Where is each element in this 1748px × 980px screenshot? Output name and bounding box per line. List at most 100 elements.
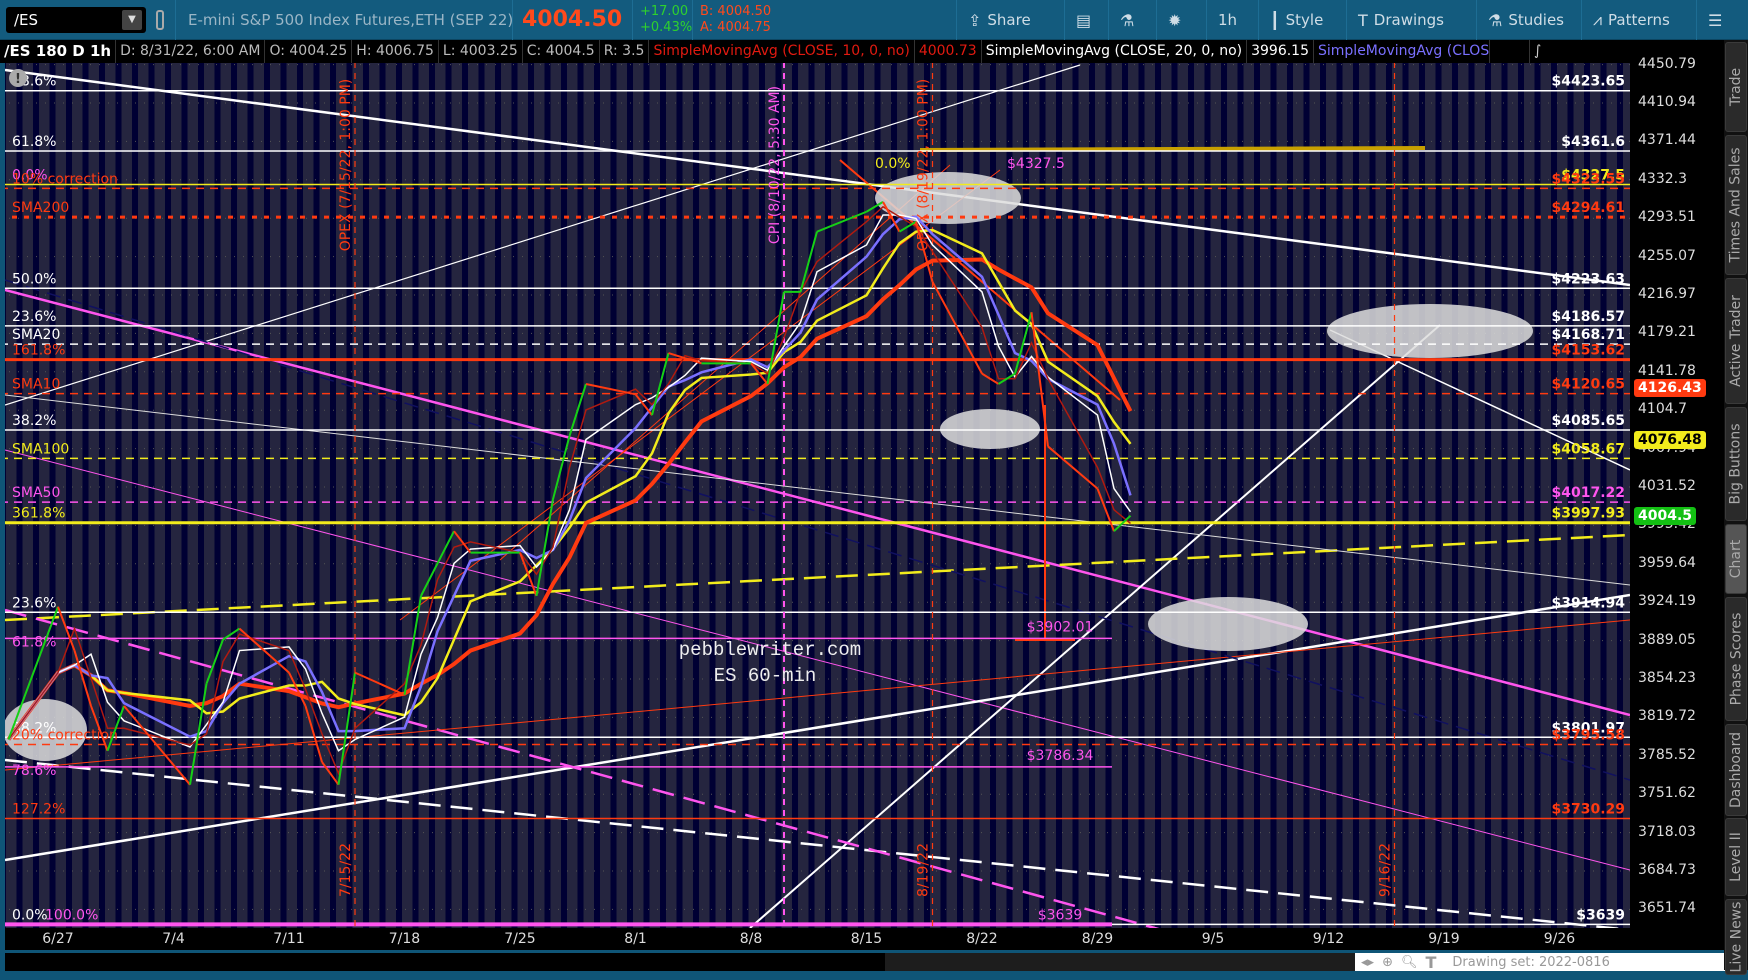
divider xyxy=(1346,0,1347,40)
side-tab-live-news[interactable]: Live News xyxy=(1725,899,1747,975)
side-tab-label: Dashboard xyxy=(1728,732,1744,808)
flask-icon: ⚗ xyxy=(1488,10,1503,30)
style-button[interactable]: ┃ Style xyxy=(1262,0,1331,40)
level-price-label: $3639 xyxy=(1576,907,1625,923)
chart-annotation: 0.0% xyxy=(875,156,911,172)
level-fib-label: SMA200 xyxy=(12,200,69,216)
crosshair-icon[interactable]: ⊕ xyxy=(1382,955,1393,970)
side-tab-dashboard[interactable]: Dashboard xyxy=(1725,724,1747,816)
drawings-button[interactable]: T Drawings xyxy=(1350,0,1452,40)
highlight-ellipse xyxy=(1148,597,1308,651)
drawing-set-label: Drawing set: 2022-0816 xyxy=(1452,954,1610,970)
level-price-label: $4168.71 xyxy=(1551,327,1625,343)
price-tick-label: 3854.23 xyxy=(1638,669,1696,686)
date-tick-label: 8/1 xyxy=(624,931,647,947)
side-tab-trade[interactable]: Trade xyxy=(1725,42,1747,132)
side-tab-times-and-sales[interactable]: Times And Sales xyxy=(1725,135,1747,275)
price-tick-label: 3684.73 xyxy=(1638,862,1696,878)
level-fib-label: 161.8% xyxy=(12,343,65,359)
sma10-value: 4000.73 xyxy=(915,40,982,63)
inner-level-fib-label: 78.6% xyxy=(12,763,56,779)
date-tick-label: 7/25 xyxy=(504,931,536,947)
studies-button[interactable]: ⚗ Studies xyxy=(1480,0,1572,40)
highlight-ellipse xyxy=(940,409,1040,449)
level-price-label: $3795.58 xyxy=(1551,727,1625,743)
side-tab-chart[interactable]: Chart xyxy=(1725,524,1747,594)
notes-button[interactable]: ▤ xyxy=(1068,0,1099,40)
watermark-site: pebblewriter.com xyxy=(679,639,861,661)
date-tick-label: 8/15 xyxy=(850,931,883,947)
menu-icon: ☰ xyxy=(1708,10,1723,30)
time-axis[interactable]: 6/27 7/4 7/11 7/18 7/25 8/1 8/8 8/15 8/22 8/29 9/5… xyxy=(5,928,1630,950)
divider xyxy=(632,0,633,40)
button-label: Share xyxy=(987,11,1031,29)
level-price-label: $4085.65 xyxy=(1551,413,1625,429)
chevron-down-icon[interactable]: ▼ xyxy=(122,10,142,30)
price-badge: 4126.43 xyxy=(1634,378,1706,397)
alert-icon-glyph: ! xyxy=(15,72,21,87)
date-tick-label: 7/4 xyxy=(162,931,185,947)
text-t-icon[interactable]: T xyxy=(1425,953,1436,972)
price-tick-label: 4141.78 xyxy=(1638,362,1696,379)
level-price-label: $4120.65 xyxy=(1551,377,1625,393)
share-button[interactable]: ⇪ Share xyxy=(960,0,1039,40)
side-tab-active-trader[interactable]: Active Trader xyxy=(1725,278,1747,404)
sma20-label[interactable]: SimpleMovingAvg (CLOSE, 20, 0, no) xyxy=(982,40,1248,63)
side-tab-phase-scores[interactable]: Phase Scores xyxy=(1725,597,1747,721)
bar-date: D: 8/31/22, 6:00 AM xyxy=(116,40,266,63)
button-label: Style xyxy=(1285,11,1324,29)
text-t-icon: T xyxy=(1358,10,1368,30)
pan-icon[interactable]: ◂▸ xyxy=(1361,955,1374,970)
study-icon[interactable]: ∫ xyxy=(1530,40,1545,63)
ask-value: A: 4004.75 xyxy=(700,20,771,35)
divider xyxy=(1156,0,1157,40)
price-tick-label: 3924.19 xyxy=(1638,593,1696,610)
date-tick-label: 9/19 xyxy=(1428,931,1460,947)
level-price-label: $4058.67 xyxy=(1551,441,1625,457)
link-icon[interactable] xyxy=(156,10,164,30)
bar-low: L: 4003.25 xyxy=(439,40,523,63)
side-tab-big-buttons[interactable]: Big Buttons xyxy=(1725,407,1747,521)
side-tab-level-ii[interactable]: Level II xyxy=(1725,818,1747,896)
price-tick-label: 4450.79 xyxy=(1638,55,1696,72)
price-tick-label: 4104.7 xyxy=(1638,401,1687,418)
flask-button[interactable]: ⚗ xyxy=(1112,0,1142,40)
event-date-label: 9/16/22 xyxy=(1378,843,1394,897)
gear-button[interactable]: ✹ xyxy=(1160,0,1189,40)
zoom-icon[interactable]: 🔍︎ xyxy=(1401,955,1418,970)
date-tick-label: 8/22 xyxy=(966,931,998,947)
symbol-selector[interactable]: /ES ▼ xyxy=(6,7,146,33)
bar-open: O: 4004.25 xyxy=(265,40,353,63)
bar-range: R: 3.5 xyxy=(600,40,650,63)
level-price-label: $4294.61 xyxy=(1551,200,1625,216)
level-price-label: $4186.57 xyxy=(1551,309,1625,325)
bar-close: C: 4004.5 xyxy=(523,40,600,63)
instrument-description: E-mini S&P 500 Index Futures,ETH (SEP 22… xyxy=(188,11,514,29)
inner-level-label: $3902.01 xyxy=(1027,619,1094,635)
date-tick-label: 9/12 xyxy=(1312,931,1345,947)
side-tab-label: Big Buttons xyxy=(1728,423,1744,505)
menu-button[interactable]: ☰ xyxy=(1700,0,1730,40)
scrollbar-thumb[interactable] xyxy=(885,953,1355,971)
patterns-button[interactable]: ⩘ Patterns xyxy=(1585,0,1678,40)
divider xyxy=(512,0,513,40)
side-tab-label: Chart xyxy=(1728,539,1745,579)
price-tick-label: 4371.44 xyxy=(1638,132,1696,149)
1h-button[interactable]: 1h xyxy=(1210,0,1245,40)
event-label: OPEX (7/15/22, 1:00 PM) xyxy=(338,79,354,252)
price-chart[interactable]: $4423.65 78.6% $4361.6 61.8% $4327.5 0.0% $432… xyxy=(5,63,1630,928)
date-tick-label: 6/27 xyxy=(42,931,74,947)
sma10-label[interactable]: SimpleMovingAvg (CLOSE, 10, 0, no) xyxy=(649,40,915,63)
price-axis[interactable]: 4450.79 4410.94 4371.44 4332.3 4293.51 4255.0… xyxy=(1630,40,1724,950)
chart-annotation: $4327.5 xyxy=(1007,156,1065,172)
price-tick-label: 4255.07 xyxy=(1638,247,1696,264)
level-price-label: $4223.63 xyxy=(1551,271,1625,287)
change-pct: +0.43% xyxy=(640,20,693,35)
price-tick-label: 3718.03 xyxy=(1638,823,1696,840)
watermark-title: ES 60-min xyxy=(714,665,817,687)
date-tick-label: 7/11 xyxy=(273,931,305,947)
flask-icon: ⚗ xyxy=(1120,10,1135,30)
sma50-label[interactable]: SimpleMovingAvg (CLOSE, 50, 0,... xyxy=(1314,40,1490,63)
chart-plot-area[interactable]: $4423.65 78.6% $4361.6 61.8% $4327.5 0.0% $432… xyxy=(5,63,1630,928)
level-fib-label: SMA50 xyxy=(12,485,60,501)
